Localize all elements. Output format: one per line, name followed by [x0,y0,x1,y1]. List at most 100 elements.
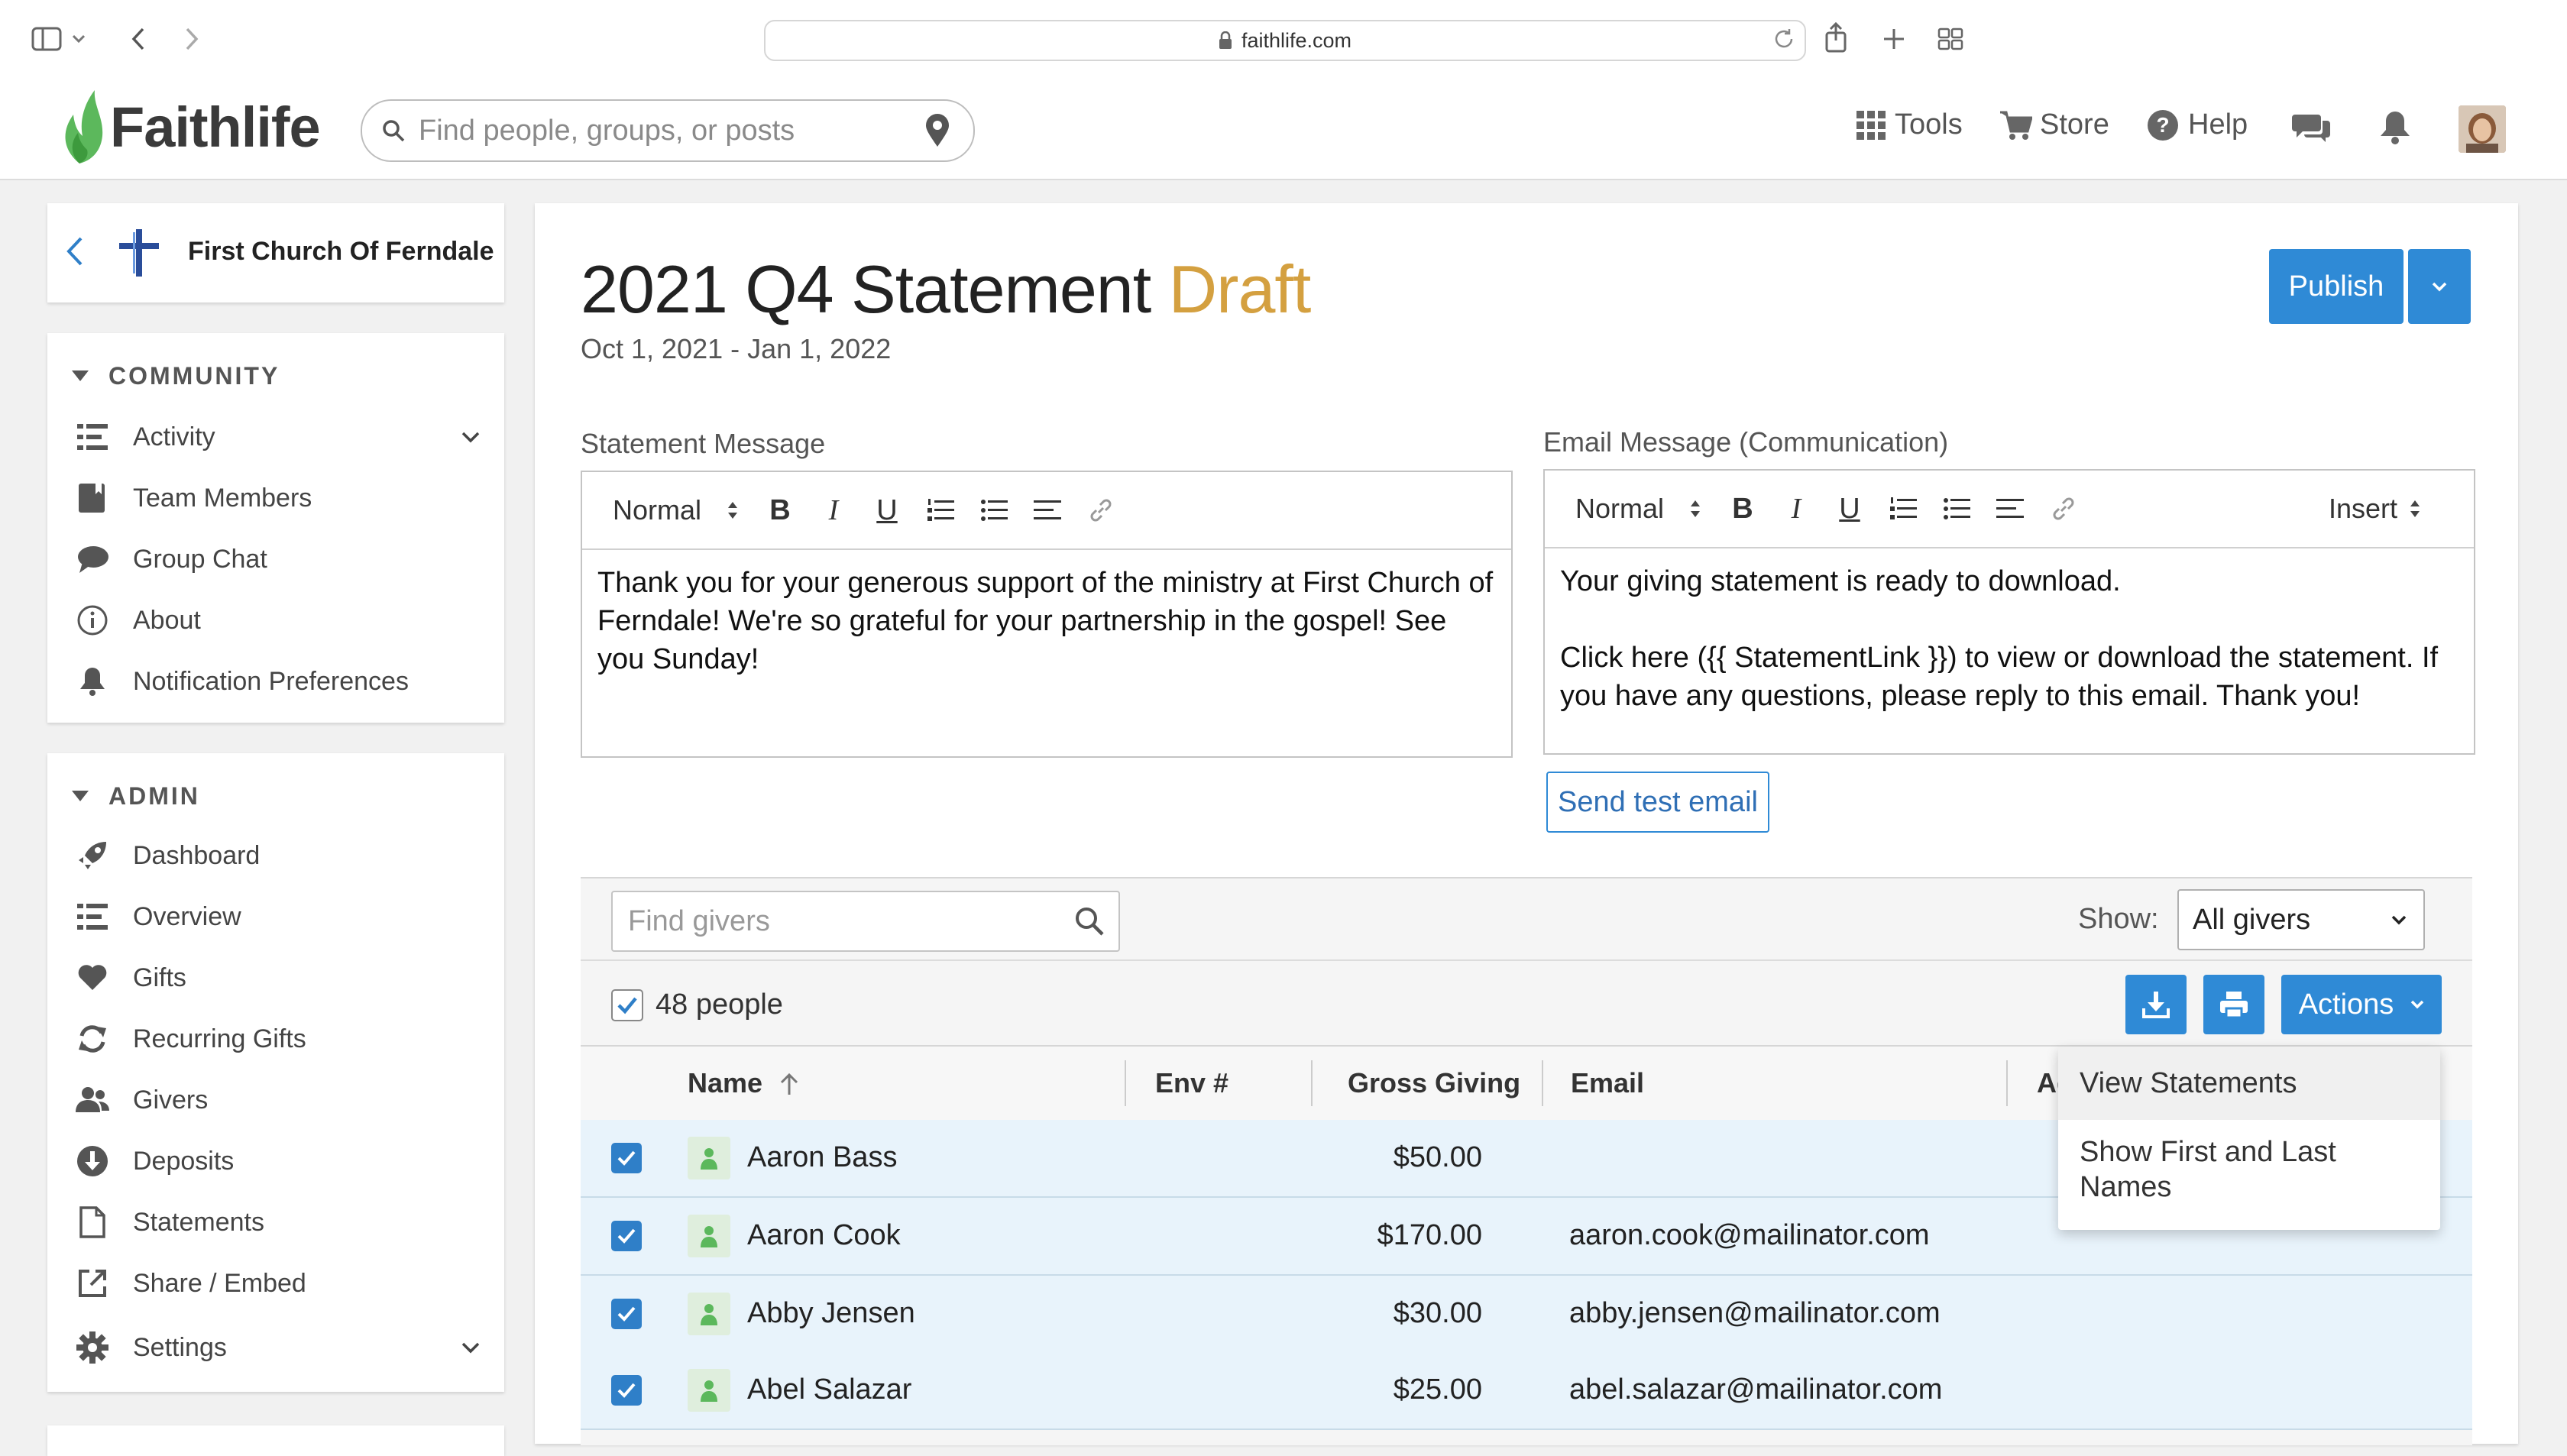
bold-icon[interactable]: B [753,494,807,527]
column-header-env[interactable]: Env # [1155,1047,1228,1120]
statement-message-editor[interactable]: Normal B I U Thank you for your generous… [581,471,1513,758]
heart-icon [75,964,110,992]
link-icon[interactable] [2037,495,2090,523]
chevron-down-icon[interactable] [461,431,480,443]
ordered-list-icon[interactable] [914,498,967,523]
tools-menu[interactable]: Tools [1856,108,1963,141]
download-button[interactable] [2125,975,2187,1034]
underline-icon[interactable]: U [1823,493,1876,526]
sidebar-item-notification-preferences[interactable]: Notification Preferences [47,651,504,712]
underline-icon[interactable]: U [860,494,914,527]
sidebar-item-dashboard[interactable]: Dashboard [47,825,504,886]
statement-message-text[interactable]: Thank you for your generous support of t… [582,550,1511,692]
format-select[interactable]: Normal [613,494,727,526]
editor-toolbar: Normal B I U [582,472,1511,550]
sidebar-item-label: Team Members [133,483,312,513]
select-all[interactable]: 48 people [611,988,783,1021]
back-chevron-icon[interactable] [66,235,84,267]
insert-dropdown[interactable]: Insert [2329,493,2420,525]
publish-button[interactable]: Publish [2269,249,2404,324]
ordered-list-icon[interactable] [1876,497,1930,521]
sidebar-item-overview[interactable]: Overview [47,886,504,947]
tab-overview-icon[interactable] [1933,21,1968,57]
chevron-down-icon [2410,1000,2424,1009]
link-icon[interactable] [1074,497,1128,524]
new-tab-icon[interactable] [1876,21,1911,57]
sidebar-item-statements[interactable]: Statements [47,1192,504,1253]
reload-icon[interactable] [1766,21,1801,57]
italic-icon[interactable]: I [807,493,860,527]
chevron-down-icon[interactable] [461,1341,480,1354]
publish-options-button[interactable] [2408,249,2471,324]
giver-name[interactable]: Abel Salazar [747,1373,911,1406]
user-avatar[interactable] [2459,105,2506,153]
column-header-gross-giving[interactable]: Gross Giving [1348,1047,1520,1120]
giver-name[interactable]: Aaron Bass [747,1141,897,1174]
sort-ascending-icon [779,1072,799,1095]
sidebar-item-group-chat[interactable]: Group Chat [47,529,504,590]
search-input[interactable]: Find people, groups, or posts [419,115,924,147]
find-givers-input[interactable]: Find givers [611,891,1120,952]
global-search[interactable]: Find people, groups, or posts [361,99,975,162]
store-menu[interactable]: Store [2000,108,2109,141]
bullet-list-icon[interactable] [967,498,1021,523]
admin-section-header[interactable]: ADMIN [47,773,504,819]
faithlife-logo[interactable]: Faithlife [57,89,321,165]
select-all-checkbox[interactable] [611,988,643,1021]
giver-name[interactable]: Abby Jensen [747,1297,915,1330]
email-message-text[interactable]: Your giving statement is ready to downlo… [1545,548,2474,729]
sidebar-item-activity[interactable]: Activity [47,406,504,468]
format-select[interactable]: Normal [1575,493,1690,525]
community-section-header[interactable]: COMMUNITY [47,353,504,399]
giver-name[interactable]: Aaron Cook [747,1219,901,1252]
sidebar-item-label: Dashboard [133,840,261,870]
notifications-bell-icon[interactable] [2379,110,2411,145]
table-row[interactable]: Abby Jensen $30.00 abby.jensen@mailinato… [581,1276,2472,1354]
group-name[interactable]: First Church Of Ferndale [188,237,494,267]
group-card: First Church Of Ferndale [47,203,504,303]
forward-icon[interactable] [174,21,209,57]
gross-giving: $50.00 [1393,1141,1482,1173]
sidebar-item-share-embed[interactable]: Share / Embed [47,1253,504,1314]
sidebar-item-givers[interactable]: Givers [47,1069,504,1131]
send-test-email-button[interactable]: Send test email [1546,772,1769,833]
community-heading: COMMUNITY [108,361,280,390]
column-header-name[interactable]: Name [688,1047,799,1120]
chevron-down-icon[interactable] [69,21,89,57]
people-count: 48 people [656,988,783,1021]
sidebar-item-gifts[interactable]: Gifts [47,947,504,1008]
row-checkbox[interactable] [611,1375,642,1406]
align-icon[interactable] [1983,497,2037,520]
align-icon[interactable] [1021,499,1074,522]
menu-item-show-first-last-names[interactable]: Show First and Last Names [2058,1120,2440,1219]
menu-item-view-statements[interactable]: View Statements [2058,1047,2440,1120]
back-icon[interactable] [121,21,156,57]
sidebar-item-about[interactable]: About [47,590,504,651]
actions-button[interactable]: Actions [2281,975,2442,1034]
show-filter-select[interactable]: All givers [2177,889,2425,950]
row-checkbox[interactable] [611,1299,642,1329]
row-checkbox[interactable] [611,1221,642,1251]
help-menu[interactable]: ? Help [2147,108,2248,141]
giver-email: aaron.cook@mailinator.com [1569,1219,1930,1251]
sidebar-item-deposits[interactable]: Deposits [47,1131,504,1192]
email-message-editor[interactable]: Normal B I U Insert Your giving statemen… [1543,469,2475,755]
url-text: faithlife.com [1241,28,1352,52]
sidebar-item-team-members[interactable]: Team Members [47,468,504,529]
italic-icon[interactable]: I [1769,492,1823,526]
address-bar[interactable]: faithlife.com [764,20,1806,61]
bullet-list-icon[interactable] [1930,497,1983,521]
column-header-email[interactable]: Email [1571,1047,1644,1120]
location-pin-icon[interactable] [924,113,950,148]
row-checkbox[interactable] [611,1143,642,1173]
external-link-icon [75,1268,110,1299]
sidebar-item-recurring-gifts[interactable]: Recurring Gifts [47,1008,504,1069]
share-icon[interactable] [1818,20,1853,55]
bold-icon[interactable]: B [1716,493,1769,526]
messages-icon[interactable] [2292,112,2330,144]
print-button[interactable] [2203,975,2264,1034]
table-row[interactable]: Abel Salazar $25.00 abel.salazar@mailina… [581,1352,2472,1430]
column-divider [1125,1060,1126,1106]
sidebar-toggle-icon[interactable] [29,21,64,57]
sidebar-item-settings[interactable]: Settings [47,1317,504,1378]
